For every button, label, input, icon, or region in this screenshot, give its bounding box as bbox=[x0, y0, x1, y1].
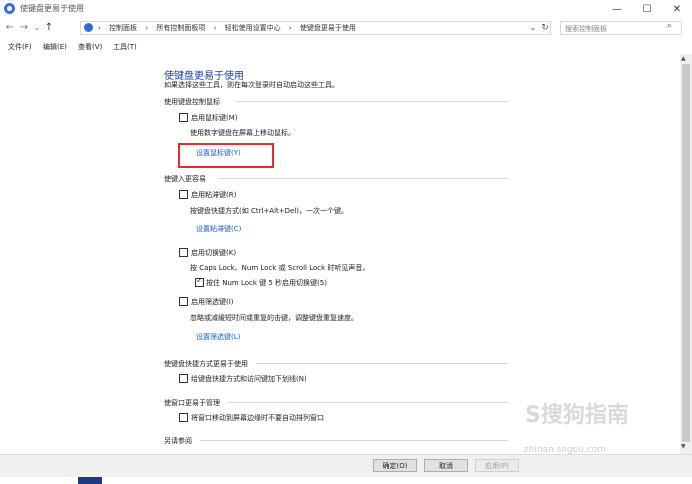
toggle-keys-checkbox[interactable] bbox=[179, 248, 188, 257]
ok-button[interactable]: 确定(O) bbox=[373, 459, 417, 472]
breadcrumb-item-control-panel[interactable]: 控制面板 bbox=[109, 24, 137, 32]
toggle-keys-label[interactable]: 启用切换键(K) bbox=[191, 248, 236, 258]
filter-keys-label[interactable]: 启用筛选键(I) bbox=[191, 297, 234, 307]
breadcrumb: › 控制面板 › 所有控制面板项 › 轻松使用设置中心 › 使键盘更易于使用 bbox=[98, 23, 362, 33]
section-heading-mouse: 使用键盘控制鼠标 bbox=[164, 98, 220, 106]
scroll-up-chevron-icon[interactable]: ▲ bbox=[681, 55, 686, 62]
breadcrumb-separator: › bbox=[98, 24, 101, 32]
prevent-arrange-checkbox[interactable] bbox=[179, 413, 188, 422]
menu-edit[interactable]: 编辑(E) bbox=[43, 42, 67, 52]
breadcrumb-separator: › bbox=[213, 24, 217, 32]
sticky-keys-checkbox[interactable] bbox=[179, 190, 188, 199]
recent-locations-chevron-icon[interactable]: ⌄ bbox=[31, 21, 43, 35]
address-dropdown-chevron-icon[interactable]: ⌄ bbox=[527, 21, 539, 35]
highlight-box bbox=[178, 143, 274, 168]
section-divider bbox=[256, 363, 508, 364]
refresh-icon[interactable]: ↻ bbox=[539, 21, 551, 35]
prevent-arrange-label[interactable]: 将窗口移动到屏幕边缘时不要自动排列窗口 bbox=[191, 413, 324, 423]
section-divider bbox=[228, 402, 508, 403]
section-heading-typing: 使键入更容易 bbox=[164, 175, 206, 183]
sticky-keys-description: 按键盘快捷方式(如 Ctrl+Alt+Del)，一次一个键。 bbox=[190, 207, 348, 215]
breadcrumb-separator: › bbox=[145, 24, 149, 32]
apply-button[interactable]: 应用(P) bbox=[475, 459, 519, 472]
up-arrow-icon[interactable]: ↑ bbox=[43, 21, 55, 35]
content-area bbox=[0, 54, 680, 454]
breadcrumb-item-current[interactable]: 使键盘更易于使用 bbox=[300, 24, 356, 32]
filter-keys-description: 忽略或减缓短时间或重复的击键，调整键盘重复速度。 bbox=[190, 314, 358, 322]
section-heading-see-also: 另请参阅 bbox=[164, 437, 192, 445]
watermark-logo: S搜狗指南 bbox=[525, 403, 629, 428]
taskbar-tile bbox=[78, 477, 102, 484]
section-divider bbox=[200, 440, 508, 441]
control-panel-icon bbox=[84, 23, 93, 32]
control-panel-icon bbox=[4, 3, 15, 14]
scroll-down-chevron-icon[interactable]: ▼ bbox=[681, 443, 686, 450]
page-subtitle: 如果选择这些工具，则在每次登录时自动启动这些工具。 bbox=[164, 81, 339, 89]
num-lock-toggle-checkbox[interactable] bbox=[195, 276, 204, 287]
cancel-button[interactable]: 取消 bbox=[424, 459, 468, 472]
maximize-button[interactable]: ☐ bbox=[632, 0, 662, 19]
close-button[interactable]: ✕ bbox=[662, 0, 692, 19]
underline-shortcuts-checkbox[interactable] bbox=[179, 374, 188, 383]
forward-arrow-icon[interactable]: → bbox=[18, 21, 30, 35]
breadcrumb-item-all-items[interactable]: 所有控制面板项 bbox=[156, 24, 205, 32]
section-heading-window-mgmt: 使窗口更易于管理 bbox=[164, 399, 220, 407]
underline-shortcuts-label[interactable]: 给键盘快捷方式和访问键加下划线(N) bbox=[191, 374, 307, 384]
sticky-keys-label[interactable]: 启用粘滞键(R) bbox=[191, 190, 236, 200]
setup-filter-keys-link[interactable]: 设置筛选键(L) bbox=[196, 332, 240, 342]
section-divider bbox=[236, 101, 508, 102]
breadcrumb-item-ease-of-access[interactable]: 轻松使用设置中心 bbox=[225, 24, 281, 32]
scrollbar-thumb[interactable] bbox=[682, 64, 690, 442]
search-placeholder: 搜索控制面板 bbox=[565, 25, 607, 33]
menu-bar bbox=[0, 40, 692, 54]
minimize-button[interactable]: — bbox=[602, 0, 632, 19]
filter-keys-checkbox[interactable] bbox=[179, 297, 188, 306]
menu-view[interactable]: 查看(V) bbox=[78, 42, 102, 52]
mouse-keys-description: 使用数字键盘在屏幕上移动鼠标。 bbox=[190, 129, 295, 137]
num-lock-toggle-label[interactable]: 按住 Num Lock 键 5 秒启用切换键(5) bbox=[206, 278, 327, 288]
mouse-keys-label[interactable]: 启用鼠标键(M) bbox=[191, 113, 238, 123]
menu-file[interactable]: 文件(F) bbox=[8, 42, 32, 52]
breadcrumb-separator: › bbox=[288, 24, 292, 32]
setup-sticky-keys-link[interactable]: 设置粘滞键(C) bbox=[196, 224, 241, 234]
section-divider bbox=[218, 178, 508, 179]
toggle-keys-description: 按 Caps Lock、Num Lock 或 Scroll Lock 时听见声音… bbox=[190, 264, 370, 272]
menu-tools[interactable]: 工具(T) bbox=[113, 42, 137, 52]
dialog-button-bar bbox=[0, 454, 692, 477]
search-icon[interactable]: ⌕ bbox=[667, 21, 672, 31]
section-heading-shortcuts: 使键盘快捷方式更易于使用 bbox=[164, 360, 248, 368]
window-title: 使键盘更易于使用 bbox=[20, 4, 84, 13]
mouse-keys-checkbox[interactable] bbox=[179, 113, 188, 122]
title-bar bbox=[0, 0, 692, 19]
back-arrow-icon[interactable]: ← bbox=[4, 21, 16, 35]
